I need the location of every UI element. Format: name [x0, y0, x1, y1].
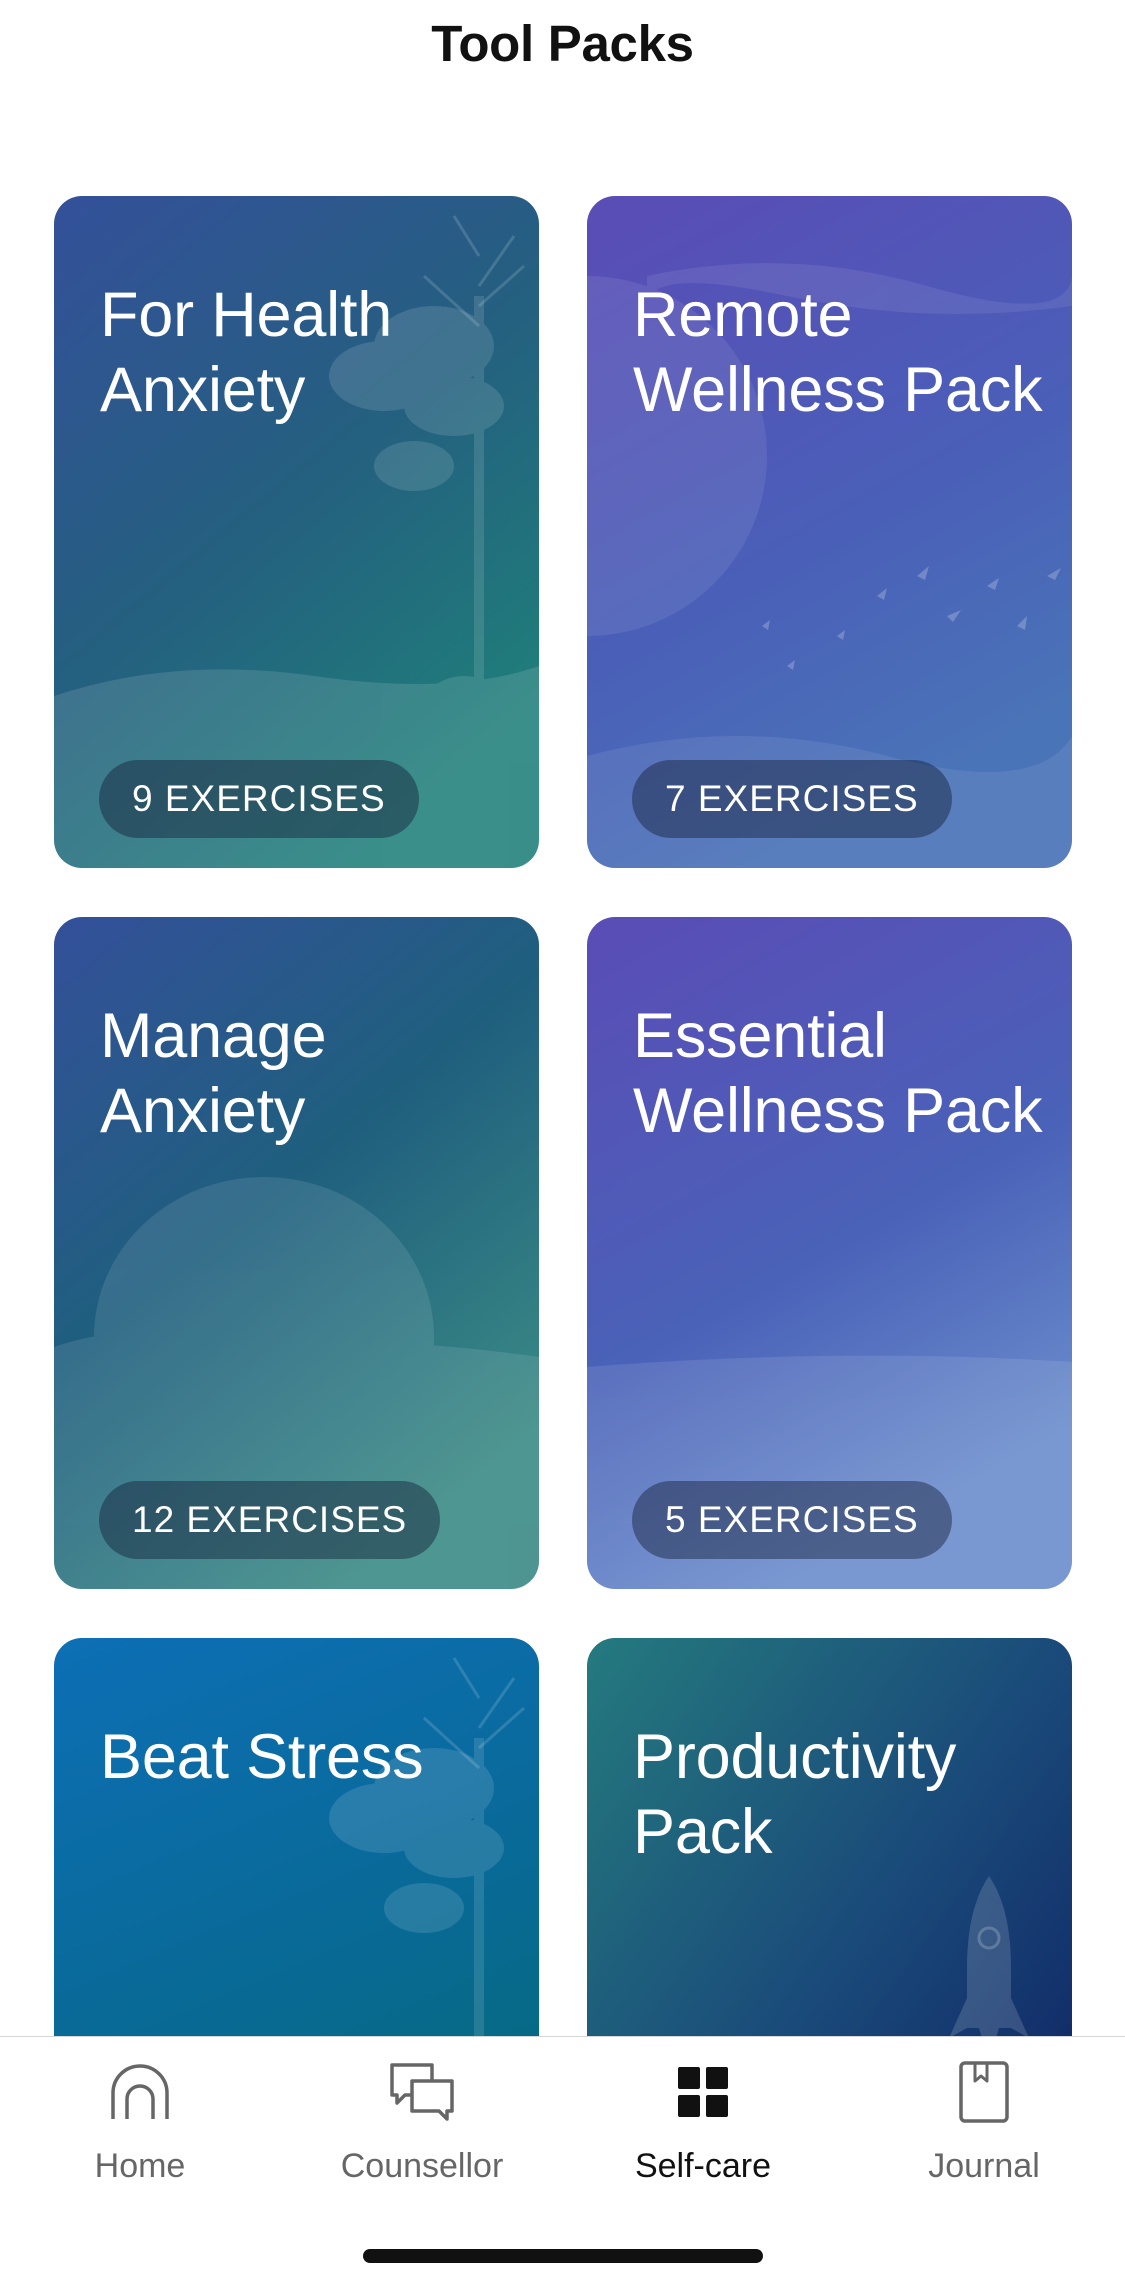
tab-label: Counsellor — [340, 2147, 504, 2185]
exercise-count-badge: 12 EXERCISES — [99, 1481, 441, 1559]
card-title: Beat Stress — [100, 1722, 424, 1792]
tool-pack-card-health-anxiety[interactable]: For Health Anxiety 9 EXERCISES — [54, 196, 539, 868]
card-title: For Health Anxiety — [100, 280, 393, 425]
chat-bubbles-icon — [390, 2063, 454, 2121]
tool-pack-card-remote-wellness[interactable]: Remote Wellness Pack 7 EXERCISES — [587, 196, 1072, 868]
card-title: Remote Wellness Pack — [633, 280, 1043, 425]
tab-label: Home — [94, 2147, 186, 2185]
exercise-count-badge: 5 EXERCISES — [632, 1481, 952, 1559]
exercise-count-badge: 9 EXERCISES — [99, 760, 419, 838]
home-indicator[interactable] — [363, 2249, 763, 2263]
tab-label: Journal — [928, 2147, 1040, 2185]
tab-home[interactable]: Home — [20, 2059, 260, 2209]
tab-counsellor[interactable]: Counsellor — [302, 2059, 542, 2209]
page-title: Tool Packs — [431, 15, 694, 72]
card-title: Essential Wellness Pack — [633, 1001, 1043, 1146]
tool-pack-card-essential-wellness[interactable]: Essential Wellness Pack 5 EXERCISES — [587, 917, 1072, 1589]
card-title: Productivity Pack — [633, 1722, 957, 1867]
tab-journal[interactable]: Journal — [864, 2059, 1104, 2209]
journal-icon — [959, 2061, 1009, 2123]
grid-icon — [678, 2067, 728, 2117]
tab-self-care[interactable]: Self-care — [583, 2059, 823, 2209]
self-care-screen: Tool Packs For Health Anxiety 9 EXERCISE… — [0, 0, 1125, 2284]
home-icon — [111, 2064, 169, 2119]
exercise-count-badge: 7 EXERCISES — [632, 760, 952, 838]
bottom-tab-bar: Home Counsellor Self-care Journal — [0, 2036, 1125, 2284]
tool-pack-card-manage-anxiety[interactable]: Manage Anxiety 12 EXERCISES — [54, 917, 539, 1589]
tab-label: Self-care — [634, 2147, 772, 2185]
card-title: Manage Anxiety — [100, 1001, 327, 1146]
